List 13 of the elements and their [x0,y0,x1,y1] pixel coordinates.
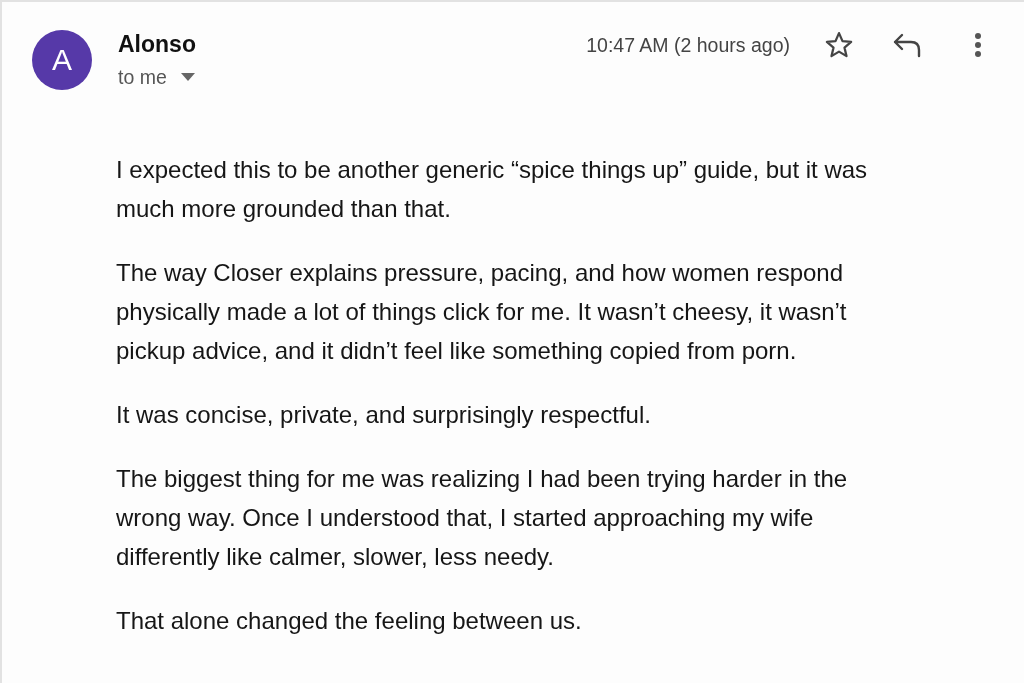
message-paragraph: That alone changed the feeling between us. [116,606,583,636]
caret-icon[interactable] [180,73,195,81]
avatar: A [32,30,92,90]
message-paragraph: The way Closer explains pressure, pacing, and how women respond physically made a lot of things click for me. It wasn’t cheesy, it wasn’t pickup advice, and it didn’t feel like something copied from porn. [116,258,848,366]
star-icon[interactable] [824,30,854,60]
more-options-icon[interactable] [974,32,982,58]
message-paragraph: It was concise, private, and surprisingly respectful. [116,400,652,430]
sender-name: Alonso [118,30,196,58]
reply-icon[interactable] [892,32,922,58]
recipient-label: to me [118,65,167,90]
message-paragraph: The biggest thing for me was realizing I had been trying harder in the wrong way. Once I understood that, I started approaching my wife differently like calmer, slower, less needy. [116,464,849,572]
message-paragraph: I expected this to be another generic “spice things up” guide, but it was much more grounded than that. [116,155,869,224]
timestamp: 10:47 AM (2 hours ago) [586,33,790,58]
